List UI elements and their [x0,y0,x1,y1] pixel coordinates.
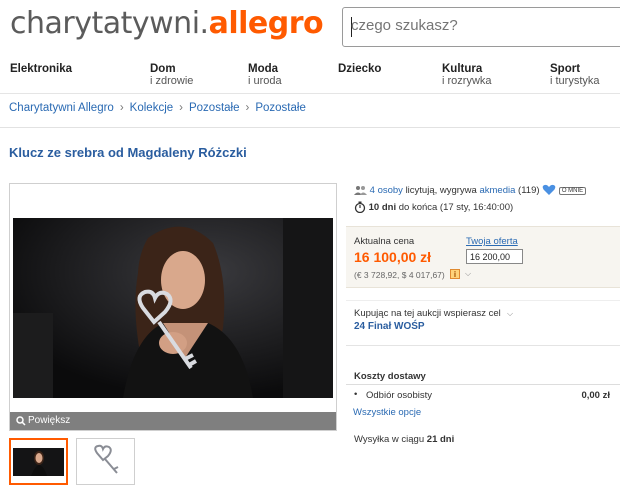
category-nav: Elektronika Dom i zdrowie Moda i uroda D… [0,60,620,94]
breadcrumb-item[interactable]: Charytatywni Allegro [9,102,114,114]
delivery-prefix: Wysyłka w ciągu [354,434,425,445]
delivery-time: Wysyłka w ciągu 21 dni [354,434,454,445]
nav-item-title: Sport [550,63,581,75]
nav-item-moda[interactable]: Moda i uroda [248,63,282,87]
chevron-down-icon[interactable]: ⌵ [465,269,471,279]
divider [346,384,620,385]
info-icon[interactable]: i [450,269,460,279]
nav-item-subtitle: i zdrowie [150,75,194,87]
allegro-logo[interactable]: charytatywni.allegro [10,6,324,41]
your-offer-label[interactable]: Twoja oferta [466,236,518,247]
nav-item-dom[interactable]: Dom i zdrowie [150,63,193,87]
divider [0,127,620,128]
thumbnail-image [13,448,64,476]
current-price-label: Aktualna cena [354,236,415,247]
users-icon [354,186,367,195]
nav-item-sport[interactable]: Sport i turystyka [550,63,600,87]
search-box[interactable] [342,7,620,47]
shipping-option-name: Odbiór osobisty [366,390,433,401]
breadcrumb-separator: › [119,102,124,114]
magnifier-icon [16,416,26,426]
breadcrumb-separator: › [179,102,183,114]
shipping-title: Koszty dostawy [354,371,426,382]
all-shipping-options-link[interactable]: Wszystkie opcje [353,407,421,418]
charity-section: Kupując na tej aukcji wspierasz cel ⌵ 24… [346,300,620,346]
bullet-icon: • [354,389,358,400]
magnify-bar[interactable]: Powiększ [10,412,336,430]
nav-item-title: Dziecko [338,63,382,75]
winner-link[interactable]: akmedia [479,185,515,196]
logo-text-charytatywni: charytatywni. [10,6,209,41]
key-icon [94,444,119,474]
nav-item-title: Dom [150,63,176,75]
time-left: 10 dni do końca (17 sty, 16:40:00) [354,201,514,214]
current-price: 16 100,00 zł [354,249,432,265]
price-box: Aktualna cena 16 100,00 zł (€ 3 728,92, … [346,226,620,288]
nav-item-kultura[interactable]: Kultura i rozrywka [442,63,492,87]
nav-item-subtitle: i rozrywka [442,75,492,87]
bidders-info: 4 osoby licytują, wygrywa akmedia (119) … [354,184,587,196]
time-left-text: do końca (17 sty, 16:40:00) [398,202,514,213]
page-title: Klucz ze srebra od Magdaleny Różczki [9,145,247,160]
breadcrumb-item[interactable]: Pozostałe [255,102,306,114]
breadcrumb: Charytatywni Allegro › Kolekcje › Pozostałe ›… [9,102,306,114]
logo-text-allegro: allegro [208,6,324,41]
about-me-badge[interactable]: O MNIE [558,187,587,195]
thumbnail-photo[interactable] [9,438,68,485]
breadcrumb-separator: › [245,102,250,114]
heart-icon [542,184,556,195]
shipping-option-price: 0,00 zł [581,390,610,401]
header: charytatywni.allegro [0,0,620,52]
nav-item-subtitle: i uroda [248,75,282,87]
nav-item-dziecko[interactable]: Dziecko [338,63,381,75]
charity-text: Kupując na tej aukcji wspierasz cel [354,308,501,319]
product-photo[interactable] [13,218,333,398]
time-left-days: 10 dni [368,202,397,213]
magnify-label: Powiększ [28,415,71,426]
thumbnail-key[interactable] [76,438,135,485]
breadcrumb-item[interactable]: Pozostałe [189,102,240,114]
price-conversion: (€ 3 728,92, $ 4 017,67) [354,270,445,280]
nav-item-title: Moda [248,63,279,75]
bidders-text: licytują, wygrywa [405,185,477,196]
stopwatch-icon [354,201,366,214]
charity-name[interactable]: 24 Finał WOŚP [354,321,425,332]
chevron-down-icon[interactable]: ⌵ [507,309,513,319]
nav-item-title: Kultura [442,63,483,75]
nav-item-subtitle: i turystyka [550,75,600,87]
bidders-link[interactable]: 4 osoby [370,185,403,196]
nav-item-title: Elektronika [10,63,72,75]
photo-illustration [13,218,333,398]
image-gallery: Powiększ [9,183,337,431]
delivery-days: 21 dni [426,434,455,445]
nav-item-elektronika[interactable]: Elektronika [10,63,72,75]
breadcrumb-item[interactable]: Kolekcje [130,102,173,114]
offer-input[interactable] [466,249,523,264]
search-input[interactable] [351,17,611,34]
winner-rating: (119) [518,185,540,196]
